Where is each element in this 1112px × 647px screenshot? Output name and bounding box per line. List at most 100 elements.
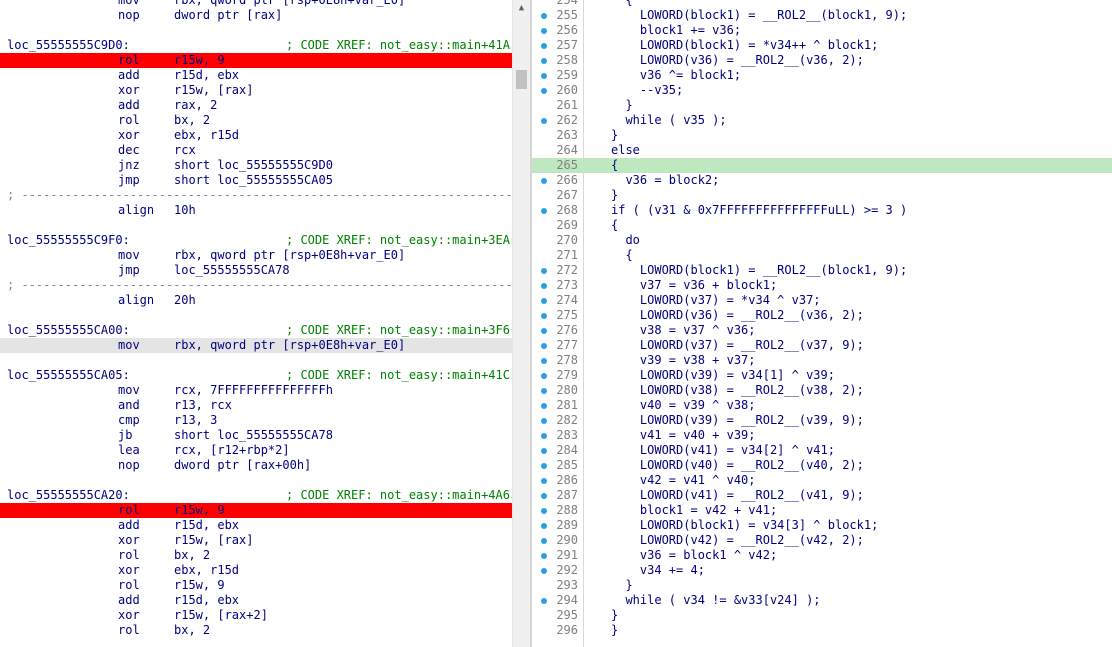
asm-line[interactable]: ; --------------------------------------… [0, 188, 512, 203]
pseudocode-line[interactable]: 260 --v35; [532, 83, 1112, 98]
breakpoint-dot-icon[interactable] [541, 118, 547, 124]
pseudocode-line[interactable]: 268 if ( (v31 & 0x7FFFFFFFFFFFFFFFuLL) >=… [532, 203, 1112, 218]
breakpoint-dot-icon[interactable] [541, 313, 547, 319]
breakpoint-dot-icon[interactable] [541, 58, 547, 64]
asm-operands[interactable]: rcx [174, 143, 196, 158]
asm-operands[interactable]: r15d, ebx [174, 518, 239, 533]
code-text[interactable]: { [611, 158, 618, 173]
pseudocode-line[interactable]: 284 LOWORD(v41) = v34[2] ^ v41; [532, 443, 1112, 458]
asm-operands[interactable]: rbx, qword ptr [rsp+0E8h+var_E0] [174, 248, 405, 263]
asm-operands[interactable]: r13, 3 [174, 413, 217, 428]
pseudocode-line[interactable]: 277 LOWORD(v37) = __ROL2__(v37, 9); [532, 338, 1112, 353]
pseudocode-line[interactable]: 281 v40 = v39 ^ v38; [532, 398, 1112, 413]
code-text[interactable]: block1 += v36; [611, 23, 741, 38]
code-text[interactable]: LOWORD(v42) = __ROL2__(v42, 2); [611, 533, 864, 548]
asm-line[interactable]: rol r15w, 9 [0, 578, 512, 593]
asm-operands[interactable]: ebx, r15d [174, 563, 239, 578]
breakpoint-dot-icon[interactable] [541, 568, 547, 574]
code-text[interactable]: LOWORD(v37) = __ROL2__(v37, 9); [611, 338, 864, 353]
asm-operands[interactable]: dword ptr [rax] [174, 8, 282, 23]
asm-line[interactable]: xor r15w, [rax] [0, 83, 512, 98]
code-text[interactable]: v38 = v37 ^ v36; [611, 323, 756, 338]
breakpoint-dot-icon[interactable] [541, 373, 547, 379]
breakpoint-dot-icon[interactable] [541, 493, 547, 499]
asm-line[interactable]: add r15d, ebx [0, 518, 512, 533]
pseudocode-line[interactable]: 259 v36 ^= block1; [532, 68, 1112, 83]
asm-line[interactable]: ; --------------------------------------… [0, 278, 512, 293]
asm-operands[interactable]: 10h [174, 203, 196, 218]
pseudocode-line[interactable]: 274 LOWORD(v37) = *v34 ^ v37; [532, 293, 1112, 308]
code-text[interactable]: while ( v34 != &v33[v24] ); [611, 593, 820, 608]
asm-label[interactable]: loc_55555555CA20: [7, 488, 130, 503]
asm-line[interactable]: xor r15w, [rax+2] [0, 608, 512, 623]
code-text[interactable]: LOWORD(v40) = __ROL2__(v40, 2); [611, 458, 864, 473]
pseudocode-line[interactable]: 255 LOWORD(block1) = __ROL2__(block1, 9)… [532, 8, 1112, 23]
code-text[interactable]: v42 = v41 ^ v40; [611, 473, 756, 488]
code-text[interactable]: LOWORD(block1) = __ROL2__(block1, 9); [611, 8, 907, 23]
asm-operands[interactable]: r13, rcx [174, 398, 232, 413]
code-text[interactable]: else [611, 143, 640, 158]
asm-xref-comment[interactable]: ; CODE XREF: not_easy::main+4A6↓ [286, 488, 512, 503]
asm-line[interactable]: xor ebx, r15d [0, 128, 512, 143]
breakpoint-dot-icon[interactable] [541, 43, 547, 49]
breakpoint-dot-icon[interactable] [541, 418, 547, 424]
asm-line[interactable]: rol r15w, 9 [0, 53, 512, 68]
asm-line[interactable]: align 20h [0, 293, 512, 308]
breakpoint-dot-icon[interactable] [541, 403, 547, 409]
disassembly-view[interactable]: mov rbx, qword ptr [rsp+0E8h+var_E0] nop dw… [0, 0, 512, 647]
pseudocode-line[interactable]: 291 v36 = block1 ^ v42; [532, 548, 1112, 563]
asm-line[interactable]: jnz short loc_55555555C9D0 [0, 158, 512, 173]
asm-line[interactable] [0, 308, 512, 323]
asm-xref-comment[interactable]: ; CODE XREF: not_easy::main+3F6↑ [286, 323, 512, 338]
asm-operands[interactable]: bx, 2 [174, 113, 210, 128]
code-text[interactable]: LOWORD(v39) = v34[1] ^ v39; [611, 368, 835, 383]
breakpoint-dot-icon[interactable] [541, 538, 547, 544]
asm-line[interactable]: xor ebx, r15d [0, 563, 512, 578]
code-text[interactable]: LOWORD(block1) = __ROL2__(block1, 9); [611, 263, 907, 278]
code-text[interactable]: { [611, 218, 618, 233]
asm-line[interactable]: jmp loc_55555555CA78 [0, 263, 512, 278]
code-text[interactable]: v36 = block2; [611, 173, 719, 188]
scroll-thumb[interactable] [516, 70, 527, 89]
asm-operands[interactable]: rax, 2 [174, 98, 217, 113]
scroll-up-icon[interactable]: ▲ [513, 0, 530, 16]
breakpoint-dot-icon[interactable] [541, 88, 547, 94]
asm-line[interactable]: jmp short loc_55555555CA05 [0, 173, 512, 188]
asm-operands[interactable]: r15w, [rax+2] [174, 608, 268, 623]
breakpoint-dot-icon[interactable] [541, 553, 547, 559]
pseudocode-line[interactable]: 263} [532, 128, 1112, 143]
asm-operands[interactable]: 20h [174, 293, 196, 308]
pseudocode-line[interactable]: 269 { [532, 218, 1112, 233]
pseudocode-line[interactable]: 295} [532, 608, 1112, 623]
asm-operands[interactable]: rcx, [r12+rbp*2] [174, 443, 290, 458]
breakpoint-dot-icon[interactable] [541, 523, 547, 529]
code-text[interactable]: LOWORD(v37) = *v34 ^ v37; [611, 293, 821, 308]
asm-operands[interactable]: loc_55555555CA78 [174, 263, 290, 278]
breakpoint-dot-icon[interactable] [541, 598, 547, 604]
asm-line[interactable]: loc_55555555CA20: ; CODE XREF: not_easy::… [0, 488, 512, 503]
asm-line[interactable]: nop dword ptr [rax] [0, 8, 512, 23]
asm-line[interactable]: rol bx, 2 [0, 113, 512, 128]
pseudocode-line[interactable]: 276 v38 = v37 ^ v36; [532, 323, 1112, 338]
asm-xref-comment[interactable]: ; CODE XREF: not_easy::main+41A↓ [286, 38, 512, 53]
breakpoint-dot-icon[interactable] [541, 433, 547, 439]
asm-operands[interactable]: r15w, 9 [174, 578, 225, 593]
asm-line[interactable]: mov rbx, qword ptr [rsp+0E8h+var_E0] [0, 0, 512, 8]
pseudocode-line[interactable]: 256 block1 += v36; [532, 23, 1112, 38]
asm-line[interactable] [0, 353, 512, 368]
asm-operands[interactable]: short loc_55555555CA78 [174, 428, 333, 443]
asm-label[interactable]: loc_55555555C9F0: [7, 233, 130, 248]
asm-line[interactable]: cmp r13, 3 [0, 413, 512, 428]
code-text[interactable]: v39 = v38 + v37; [611, 353, 756, 368]
asm-label[interactable]: loc_55555555C9D0: [7, 38, 130, 53]
asm-xref-comment[interactable]: ; CODE XREF: not_easy::main+41C↑ [286, 368, 512, 383]
asm-operands[interactable]: short loc_55555555CA05 [174, 173, 333, 188]
asm-operands[interactable]: bx, 2 [174, 623, 210, 638]
breakpoint-dot-icon[interactable] [541, 28, 547, 34]
pseudocode-line[interactable]: 282 LOWORD(v39) = __ROL2__(v39, 9); [532, 413, 1112, 428]
asm-line[interactable]: xor r15w, [rax] [0, 533, 512, 548]
asm-line[interactable]: loc_55555555C9F0: ; CODE XREF: not_easy::… [0, 233, 512, 248]
code-text[interactable]: } [611, 128, 618, 143]
pseudocode-line[interactable]: 280 LOWORD(v38) = __ROL2__(v38, 2); [532, 383, 1112, 398]
code-text[interactable]: v40 = v39 ^ v38; [611, 398, 756, 413]
